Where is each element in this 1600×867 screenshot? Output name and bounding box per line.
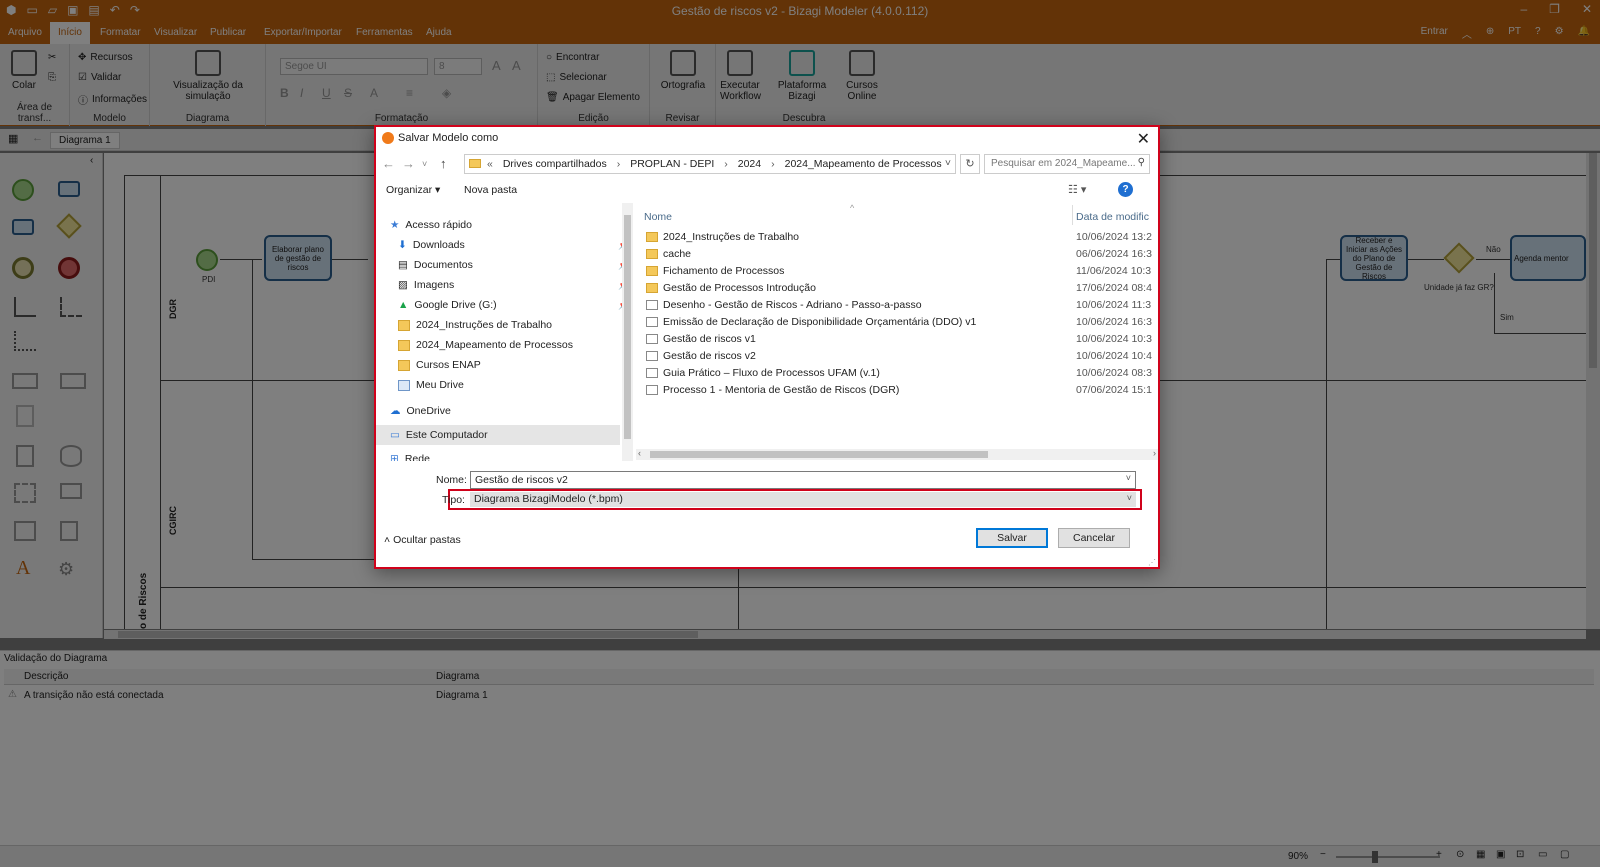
scroll-left-icon[interactable]: ‹ xyxy=(638,448,641,458)
breadcrumb-mapeamento[interactable]: 2024_Mapeamento de Processos xyxy=(785,158,942,170)
sort-caret-icon: ^ xyxy=(850,203,855,213)
folder-icon xyxy=(646,266,658,276)
up-icon[interactable]: ↑ xyxy=(440,156,447,171)
nav-item-instrucoes[interactable]: 2024_Instruções de Trabalho xyxy=(398,319,552,331)
file-row[interactable]: Gestão de Processos Introdução 17/06/2024… xyxy=(646,280,1158,297)
file-row[interactable]: Gestão de riscos v1 10/06/2024 10:3 xyxy=(646,331,1158,348)
file-row[interactable]: Gestão de riscos v2 10/06/2024 10:4 xyxy=(646,348,1158,365)
bizagi-app-icon xyxy=(382,132,394,144)
bpm-file-icon xyxy=(646,368,658,378)
back-icon[interactable]: ← xyxy=(382,156,395,171)
chevron-right-icon[interactable]: › xyxy=(724,158,728,170)
folder-icon xyxy=(469,159,481,168)
cancel-button[interactable]: Cancelar xyxy=(1058,528,1130,548)
folder-icon xyxy=(398,319,410,331)
bpm-file-icon xyxy=(646,385,658,395)
folder-icon xyxy=(646,283,658,293)
bpm-file-icon xyxy=(646,334,658,344)
navigation-pane: ★Acesso rápido ⬇Downloads📌 ▤Documentos📌 … xyxy=(376,203,630,461)
scroll-right-icon[interactable]: › xyxy=(1153,448,1156,458)
resize-grip-icon[interactable]: ⋰ xyxy=(1148,558,1156,567)
file-type-value: Diagrama BizagiModelo (*.bpm) xyxy=(474,493,623,505)
address-bar[interactable]: « Drives compartilhados › PROPLAN - DEPI › 20… xyxy=(464,154,956,174)
column-date[interactable]: Data de modific xyxy=(1076,211,1149,223)
address-dropdown-icon[interactable]: ˅ xyxy=(945,157,951,169)
bpm-file-icon xyxy=(646,300,658,310)
nav-pane-scrollbar[interactable] xyxy=(622,203,633,461)
close-icon[interactable]: ✕ xyxy=(1137,129,1150,149)
file-hscroll-thumb[interactable] xyxy=(650,451,988,458)
folder-icon xyxy=(398,359,410,371)
organize-button[interactable]: Organizar ▾ xyxy=(386,184,440,196)
nav-scroll-thumb[interactable] xyxy=(624,215,631,439)
file-row[interactable]: Emissão de Declaração de Disponibilidade… xyxy=(646,314,1158,331)
file-name-value: Gestão de riscos v2 xyxy=(475,474,568,486)
file-row[interactable]: Processo 1 - Mentoria de Gestão de Risco… xyxy=(646,382,1158,399)
breadcrumb-shared-drives[interactable]: Drives compartilhados xyxy=(503,158,607,170)
dialog-title: Salvar Modelo como xyxy=(398,132,499,144)
images-icon: ▨ xyxy=(398,279,408,291)
nav-item-quick-access[interactable]: ★ Acesso rápido xyxy=(390,219,472,231)
file-type-select[interactable]: Diagrama BizagiModelo (*.bpm) ˅ xyxy=(470,492,1136,507)
file-list-hscrollbar[interactable]: ‹ › xyxy=(636,448,1158,460)
command-bar: Organizar ▾ Nova pasta ☷ ▾ ? xyxy=(376,179,1158,203)
breadcrumb-2024[interactable]: 2024 xyxy=(738,158,761,170)
nav-item-downloads[interactable]: ⬇Downloads📌 xyxy=(398,239,629,251)
view-options-icon[interactable]: ☷ ▾ xyxy=(1068,183,1086,196)
drive-icon xyxy=(398,379,410,391)
column-divider[interactable] xyxy=(1072,205,1073,225)
type-label: Tipo: xyxy=(442,494,465,506)
google-drive-icon: ▲ xyxy=(398,299,409,311)
search-placeholder: Pesquisar em 2024_Mapeame... xyxy=(991,158,1136,169)
nav-item-este-computador[interactable]: ▭ Este Computador xyxy=(376,425,620,445)
bpm-file-icon xyxy=(646,317,658,327)
chevron-right-icon[interactable]: › xyxy=(771,158,775,170)
nav-item-mapeamento[interactable]: 2024_Mapeamento de Processos xyxy=(398,339,573,351)
column-name[interactable]: Nome xyxy=(644,211,672,223)
navigation-row: ← → ˅ ↑ « Drives compartilhados › PROPLAN -… xyxy=(376,153,1158,175)
hide-folders-toggle[interactable]: ˄ Ocultar pastas xyxy=(384,534,461,546)
cloud-icon: ☁ xyxy=(390,405,401,417)
bpm-file-icon xyxy=(646,351,658,361)
help-icon[interactable]: ? xyxy=(1118,182,1133,197)
chevron-up-icon: ˄ xyxy=(384,534,391,546)
search-input[interactable]: Pesquisar em 2024_Mapeame... ⚲ xyxy=(984,154,1150,174)
download-icon: ⬇ xyxy=(398,239,407,251)
star-icon: ★ xyxy=(390,219,400,231)
computer-icon: ▭ xyxy=(390,429,400,441)
new-folder-button[interactable]: Nova pasta xyxy=(464,184,517,196)
nav-item-onedrive[interactable]: ☁ OneDrive xyxy=(390,405,451,417)
nav-item-google-drive[interactable]: ▲Google Drive (G:)📌 xyxy=(398,299,629,311)
name-dropdown-icon[interactable]: ˅ xyxy=(1126,473,1131,483)
name-label: Nome: xyxy=(436,474,467,486)
file-row[interactable]: Guia Prático – Fluxo de Processos UFAM (… xyxy=(646,365,1158,382)
nav-item-meu-drive[interactable]: Meu Drive xyxy=(398,379,464,391)
file-list: ^ Nome Data de modific 2024_Instruções d… xyxy=(636,203,1158,463)
folder-icon xyxy=(646,249,658,259)
nav-item-documentos[interactable]: ▤Documentos📌 xyxy=(398,259,629,271)
nav-item-cursos-enap[interactable]: Cursos ENAP xyxy=(398,359,481,371)
recent-dropdown-icon[interactable]: ˅ xyxy=(422,159,427,169)
save-button[interactable]: Salvar xyxy=(976,528,1048,548)
file-name-input[interactable]: Gestão de riscos v2 ˅ xyxy=(470,471,1136,489)
nav-item-rede[interactable]: ⊞ Rede xyxy=(390,453,430,461)
search-icon: ⚲ xyxy=(1137,157,1145,168)
folder-icon xyxy=(646,232,658,242)
documents-icon: ▤ xyxy=(398,259,408,271)
file-row[interactable]: Fichamento de Processos 11/06/2024 10:3 xyxy=(646,263,1158,280)
file-row[interactable]: cache 06/06/2024 16:3 xyxy=(646,246,1158,263)
file-row[interactable]: Desenho - Gestão de Riscos - Adriano - P… xyxy=(646,297,1158,314)
breadcrumb-proplan-depi[interactable]: PROPLAN - DEPI xyxy=(630,158,714,170)
folder-icon xyxy=(398,339,410,351)
nav-item-imagens[interactable]: ▨Imagens📌 xyxy=(398,279,629,291)
forward-icon[interactable]: → xyxy=(402,156,415,171)
overflow-chevron-icon[interactable]: « xyxy=(487,158,493,170)
save-model-dialog: Salvar Modelo como ✕ ← → ˅ ↑ « Drives com… xyxy=(374,125,1160,569)
file-row[interactable]: 2024_Instruções de Trabalho 10/06/2024 13… xyxy=(646,229,1158,246)
dialog-title-bar: Salvar Modelo como ✕ xyxy=(376,127,1158,149)
chevron-right-icon[interactable]: › xyxy=(617,158,621,170)
type-dropdown-icon[interactable]: ˅ xyxy=(1127,493,1132,503)
refresh-icon[interactable]: ↻ xyxy=(960,154,980,174)
network-icon: ⊞ xyxy=(390,453,399,461)
